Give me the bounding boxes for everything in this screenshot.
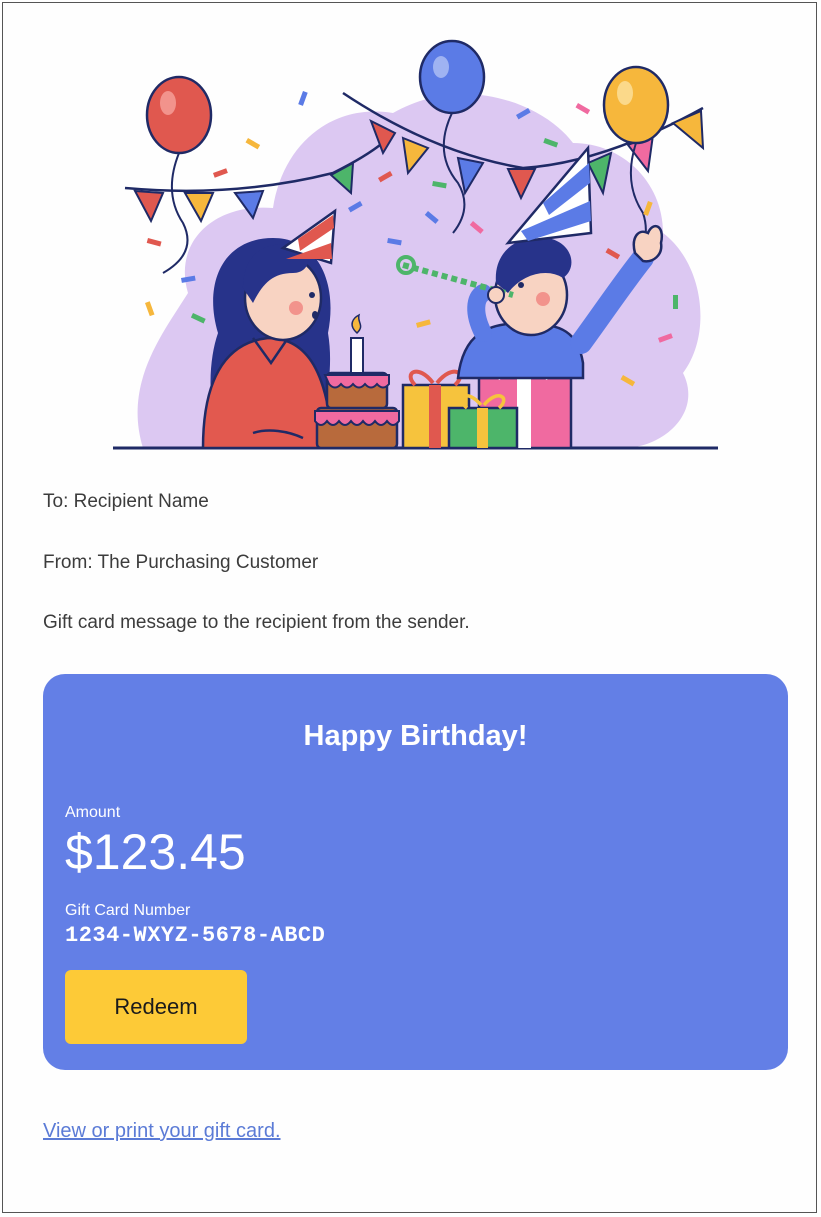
gift-card-panel: Happy Birthday! Amount $123.45 Gift Card… [43, 674, 788, 1070]
birthday-party-illustration [113, 39, 718, 450]
gift-message: Gift card message to the recipient from … [43, 612, 470, 633]
amount-value: $123.45 [65, 824, 246, 880]
amount-label: Amount [65, 804, 121, 821]
sender-line: From: The Purchasing Customer [43, 552, 319, 573]
card-number-value: 1234-WXYZ-5678-ABCD [65, 923, 326, 948]
email-frame: To: Recipient Name From: The Purchasing … [2, 2, 817, 1213]
redeem-button[interactable]: Redeem [65, 970, 247, 1044]
view-print-gift-card-link[interactable]: View or print your gift card. [43, 1120, 281, 1143]
card-number-label: Gift Card Number [65, 902, 191, 919]
recipient-line: To: Recipient Name [43, 491, 209, 512]
card-title: Happy Birthday! [303, 720, 528, 752]
